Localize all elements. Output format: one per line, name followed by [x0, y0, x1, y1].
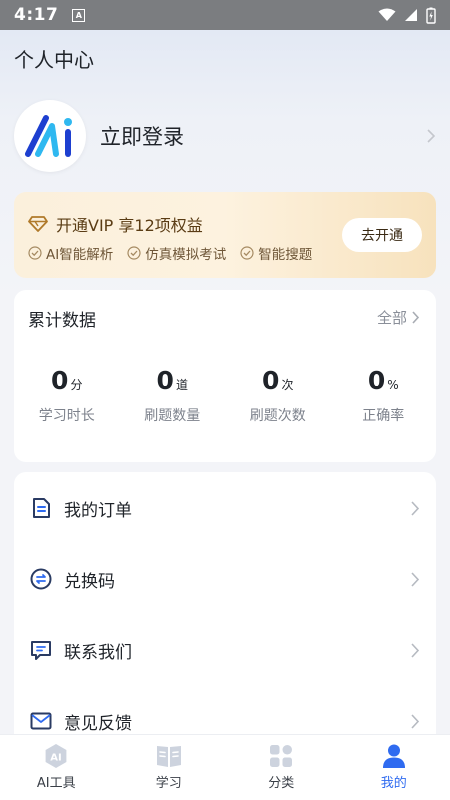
stat-value: 0: [156, 366, 174, 395]
stat-unit: 分: [70, 378, 83, 392]
stats-card: 累计数据 全部 0分 学习时长 0道 刷题数量 0次 刷题次数 0% 正确率: [14, 290, 436, 462]
stat-practice-times: 0次 刷题次数: [225, 366, 331, 425]
benefit-item: AI智能解析: [28, 243, 113, 263]
exchange-icon: [30, 568, 52, 590]
grid-icon: [270, 745, 293, 767]
check-circle-icon: [127, 246, 141, 260]
benefit-label: 仿真模拟考试: [145, 247, 227, 263]
nav-label[interactable]: 学习: [156, 772, 182, 791]
app-logo-icon: [25, 115, 72, 157]
ai-icon-text: AI: [51, 753, 62, 764]
signal-icon: [405, 9, 417, 21]
chevron-right-icon: [411, 642, 420, 658]
benefit-label: 智能搜题: [258, 247, 313, 263]
vip-title-row: 开通VIP 享12项权益: [28, 212, 203, 236]
nav-label[interactable]: 我的: [381, 772, 407, 791]
nav-label[interactable]: 分类: [268, 772, 294, 791]
stat-label: 刷题数量: [144, 408, 201, 424]
diamond-icon: [28, 216, 48, 232]
user-icon: [382, 744, 405, 768]
ai-icon: AI: [45, 744, 67, 768]
avatar[interactable]: [14, 100, 86, 172]
stat-value: 0: [51, 366, 69, 395]
chevron-right-icon: [411, 571, 420, 587]
stat-label: 刷题次数: [249, 408, 306, 424]
nav-tab-category[interactable]: 分类: [225, 735, 338, 800]
status-icons: [378, 7, 436, 24]
menu-item-label[interactable]: 联系我们: [64, 638, 132, 663]
stat-unit: 次: [281, 378, 294, 392]
status-time: 4:17: [14, 5, 59, 25]
mail-icon: [30, 710, 52, 732]
page-title: 个人中心: [14, 48, 94, 72]
chevron-right-icon: [411, 500, 420, 516]
stat-accuracy: 0% 正确率: [331, 366, 437, 425]
benefit-item: 仿真模拟考试: [127, 243, 226, 263]
check-circle-icon: [240, 246, 254, 260]
menu-item-label[interactable]: 我的订单: [64, 496, 132, 521]
nav-tab-mine[interactable]: 我的: [338, 735, 450, 800]
menu-item-orders[interactable]: 我的订单: [14, 478, 436, 538]
login-label[interactable]: 立即登录: [100, 121, 184, 151]
chevron-right-icon: [412, 311, 420, 324]
menu-item-contact-us[interactable]: 联系我们: [14, 620, 436, 680]
stat-unit: 道: [175, 378, 188, 392]
order-icon: [30, 497, 52, 519]
stat-value: 0: [262, 366, 280, 395]
vip-benefits: AI智能解析 仿真模拟考试 智能搜题: [28, 243, 326, 263]
stat-study-time: 0分 学习时长: [14, 366, 120, 425]
login-row[interactable]: 立即登录: [14, 100, 436, 172]
stat-value: 0: [367, 366, 386, 395]
benefit-label: AI智能解析: [46, 247, 114, 263]
benefit-item: 智能搜题: [240, 243, 312, 263]
notification-icon: A: [72, 8, 86, 22]
nav-label[interactable]: AI工具: [37, 772, 76, 791]
nav-tab-ai-tools[interactable]: AI AI工具: [0, 735, 113, 800]
wifi-icon: [378, 8, 396, 21]
menu-item-redeem-code[interactable]: 兑换码: [14, 549, 436, 609]
book-icon: [156, 746, 181, 767]
menu-card: 我的订单 兑换码 联系我们 意见反馈: [14, 472, 436, 772]
chevron-right-icon: [427, 129, 436, 143]
stat-label: 正确率: [362, 408, 405, 424]
vip-card[interactable]: 开通VIP 享12项权益 AI智能解析 仿真模拟考试 智能搜题 去开通: [14, 192, 436, 278]
status-bar: 4:17 A: [0, 0, 450, 30]
open-vip-button[interactable]: 去开通: [342, 218, 422, 252]
menu-item-label[interactable]: 意见反馈: [64, 709, 132, 734]
stats-all-label[interactable]: 全部: [377, 307, 407, 328]
nav-tab-study[interactable]: 学习: [113, 735, 226, 800]
vip-title: 开通VIP 享12项权益: [56, 216, 203, 235]
chevron-right-icon: [411, 713, 420, 729]
stats-all-link[interactable]: 全部: [377, 307, 420, 328]
check-circle-icon: [28, 246, 42, 260]
menu-item-label[interactable]: 兑换码: [64, 567, 115, 592]
stat-question-count: 0道 刷题数量: [120, 366, 226, 425]
stats-grid: 0分 学习时长 0道 刷题数量 0次 刷题次数 0% 正确率: [14, 366, 436, 425]
stat-label: 学习时长: [38, 408, 95, 424]
chat-icon: [30, 639, 52, 661]
stat-unit: %: [387, 378, 399, 392]
bottom-nav: AI AI工具 学习 分类 我的: [0, 734, 450, 800]
battery-icon: [426, 7, 436, 24]
stats-title: 累计数据: [28, 311, 96, 331]
